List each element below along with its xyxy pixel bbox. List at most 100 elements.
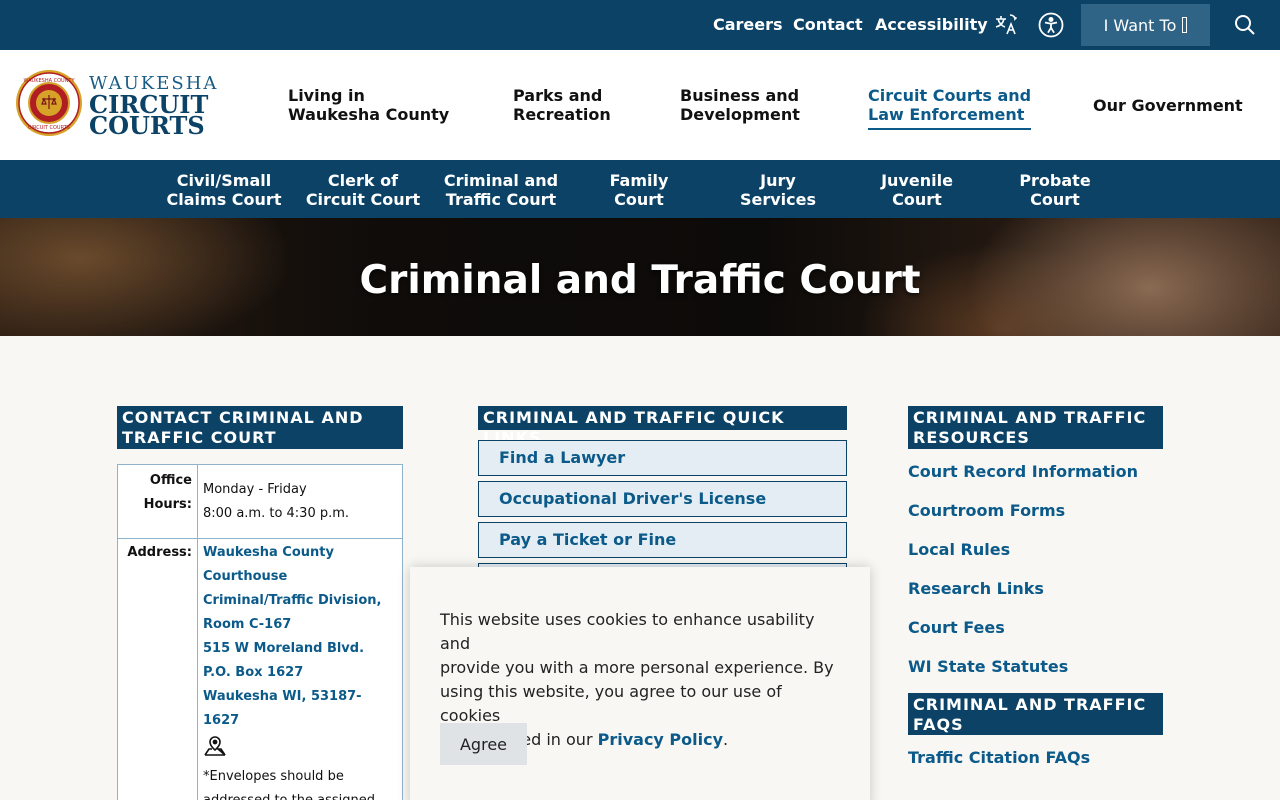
- resource-court-fees[interactable]: Court Fees: [908, 618, 1005, 637]
- subnav-family-court[interactable]: Family Court: [574, 171, 704, 209]
- address-link-line[interactable]: Courthouse: [203, 565, 397, 589]
- nav-label-line1: Our Government: [1093, 96, 1243, 115]
- translate-icon[interactable]: [993, 12, 1019, 38]
- page-title: Criminal and Traffic Court: [359, 258, 921, 303]
- office-hours-times: 8:00 a.m. to 4:30 p.m.: [203, 506, 350, 521]
- accessibility-icon[interactable]: [1038, 12, 1064, 38]
- resource-research-links[interactable]: Research Links: [908, 579, 1044, 598]
- cookie-message-period: .: [723, 730, 729, 749]
- contact-heading: CONTACT CRIMINAL AND TRAFFIC COURT: [117, 406, 403, 449]
- resources-heading-line1: CRIMINAL AND TRAFFIC: [913, 408, 1147, 427]
- quick-link-find-a-lawyer[interactable]: Find a Lawyer: [478, 440, 847, 476]
- resource-courtroom-forms[interactable]: Courtroom Forms: [908, 501, 1065, 520]
- court-subnav: Civil/Small Claims Court Clerk of Circui…: [0, 160, 1280, 218]
- quick-link-occupational-license[interactable]: Occupational Driver's License: [478, 481, 847, 517]
- office-hours-days: Monday - Friday: [203, 482, 307, 497]
- contact-table: Office Hours: Monday - Friday 8:00 a.m. …: [117, 464, 403, 800]
- nav-living-in-waukesha[interactable]: Living in Waukesha County: [288, 86, 449, 124]
- office-hours-value: Monday - Friday 8:00 a.m. to 4:30 p.m.: [198, 465, 402, 538]
- quick-links-heading: CRIMINAL AND TRAFFIC QUICK LINKS: [478, 406, 847, 447]
- nav-label-line1: Living in: [288, 86, 365, 105]
- subnav-civil-small-claims[interactable]: Civil/Small Claims Court: [159, 171, 289, 209]
- menu-bar-icon: [1182, 17, 1188, 33]
- search-icon[interactable]: [1233, 13, 1257, 37]
- quick-link-pay-ticket[interactable]: Pay a Ticket or Fine: [478, 522, 847, 558]
- svg-text:WAUKESHA COUNTY: WAUKESHA COUNTY: [23, 78, 75, 84]
- map-pin-icon[interactable]: [203, 733, 397, 761]
- address-link-line[interactable]: 515 W Moreland Blvd.: [203, 637, 397, 661]
- subnav-label-line1: Clerk of: [327, 171, 399, 190]
- address-row: Address: Waukesha County Courthouse Crim…: [118, 539, 402, 800]
- contact-heading-line2: TRAFFIC COURT: [122, 428, 277, 447]
- address-link-line[interactable]: Waukesha County: [203, 541, 397, 565]
- subnav-criminal-traffic[interactable]: Criminal and Traffic Court: [436, 171, 566, 209]
- resource-wi-state-statutes[interactable]: WI State Statutes: [908, 657, 1068, 676]
- nav-business-development[interactable]: Business and Development: [680, 86, 800, 124]
- subnav-label-line2: Court: [892, 190, 942, 209]
- subnav-label-line1: Civil/Small: [176, 171, 272, 190]
- cookie-message-line2: provide you with a more personal experie…: [440, 658, 834, 677]
- subnav-label-line1: Family: [609, 171, 669, 190]
- i-want-to-button[interactable]: I Want To: [1081, 4, 1210, 46]
- subnav-juvenile-court[interactable]: Juvenile Court: [852, 171, 982, 209]
- subnav-label-line2: Court: [614, 190, 664, 209]
- logo-line-3: COURTS: [89, 111, 205, 140]
- resources-heading: CRIMINAL AND TRAFFIC RESOURCES: [908, 406, 1163, 449]
- nav-label-line1: Business and: [680, 86, 800, 105]
- site-logo-text[interactable]: WAUKESHA CIRCUIT COURTS: [89, 74, 218, 140]
- office-hours-label: Office Hours:: [118, 465, 198, 538]
- subnav-label-line2: Court: [1030, 190, 1080, 209]
- address-link-line[interactable]: Room C-167: [203, 613, 397, 637]
- subnav-label-line2: Claims Court: [166, 190, 282, 209]
- hero-banner: Criminal and Traffic Court: [0, 218, 1280, 336]
- nav-label-line1: Circuit Courts and: [868, 86, 1032, 105]
- svg-text:CIRCUIT COURTS: CIRCUIT COURTS: [28, 125, 70, 131]
- faqs-heading-line1: CRIMINAL AND TRAFFIC: [913, 695, 1147, 714]
- subnav-label-line2: Circuit Court: [305, 190, 421, 209]
- agree-button[interactable]: Agree: [440, 723, 527, 765]
- address-value: Waukesha County Courthouse Criminal/Traf…: [198, 539, 402, 800]
- subnav-probate-court[interactable]: Probate Court: [990, 171, 1120, 209]
- subnav-label-line1: Criminal and: [443, 171, 559, 190]
- subnav-label-line1: Probate: [1019, 171, 1091, 190]
- envelope-note-line1: *Envelopes should be: [203, 769, 344, 784]
- nav-parks-recreation[interactable]: Parks and Recreation: [513, 86, 611, 124]
- accessibility-link[interactable]: Accessibility: [875, 15, 988, 34]
- resource-local-rules[interactable]: Local Rules: [908, 540, 1010, 559]
- faqs-heading: CRIMINAL AND TRAFFIC FAQS: [908, 693, 1163, 735]
- subnav-label-line2: Traffic Court: [445, 190, 557, 209]
- office-hours-row: Office Hours: Monday - Friday 8:00 a.m. …: [118, 465, 402, 539]
- privacy-policy-link[interactable]: Privacy Policy: [598, 730, 723, 749]
- nav-label-line1: Parks and: [513, 86, 603, 105]
- contact-heading-line1: CONTACT CRIMINAL AND: [122, 408, 364, 427]
- faqs-heading-line2: FAQS: [913, 715, 964, 734]
- nav-our-government[interactable]: Our Government: [1093, 96, 1243, 115]
- nav-label-line2: Waukesha County: [288, 105, 450, 124]
- subnav-label-line1: Juvenile: [881, 171, 953, 190]
- resource-court-record-information[interactable]: Court Record Information: [908, 462, 1138, 481]
- envelope-note-line2: addressed to the assigned: [203, 789, 397, 800]
- utility-bar: Careers Contact Accessibility I Want To: [0, 0, 1280, 50]
- office-hours-label-line2: Hours:: [143, 497, 192, 512]
- cookie-consent-banner: This website uses cookies to enhance usa…: [410, 567, 870, 800]
- nav-label-line2: Law Enforcement: [868, 105, 1025, 124]
- subnav-label-line1: Jury: [760, 171, 796, 190]
- contact-link[interactable]: Contact: [793, 15, 863, 34]
- i-want-to-label: I Want To: [1103, 15, 1177, 35]
- resources-heading-line2: RESOURCES: [913, 428, 1030, 447]
- address-link-line[interactable]: P.O. Box 1627: [203, 661, 397, 685]
- careers-link[interactable]: Careers: [713, 15, 783, 34]
- faq-traffic-citation[interactable]: Traffic Citation FAQs: [908, 748, 1090, 767]
- nav-circuit-courts[interactable]: Circuit Courts and Law Enforcement: [868, 86, 1032, 130]
- address-link-line[interactable]: Waukesha WI, 53187-1627: [203, 685, 397, 733]
- nav-label-line2: Development: [680, 105, 800, 124]
- subnav-clerk-of-circuit-court[interactable]: Clerk of Circuit Court: [298, 171, 428, 209]
- address-link-line[interactable]: Criminal/Traffic Division,: [203, 589, 397, 613]
- office-hours-label-line1: Office: [149, 473, 192, 488]
- nav-label-line2: Recreation: [513, 105, 611, 124]
- court-seal-logo[interactable]: WAUKESHA COUNTY CIRCUIT COURTS: [15, 69, 83, 137]
- address-label: Address:: [118, 539, 198, 800]
- subnav-jury-services[interactable]: Jury Services: [713, 171, 843, 209]
- site-header: WAUKESHA COUNTY CIRCUIT COURTS WAUKESHA …: [0, 50, 1280, 160]
- subnav-label-line2: Services: [739, 190, 817, 209]
